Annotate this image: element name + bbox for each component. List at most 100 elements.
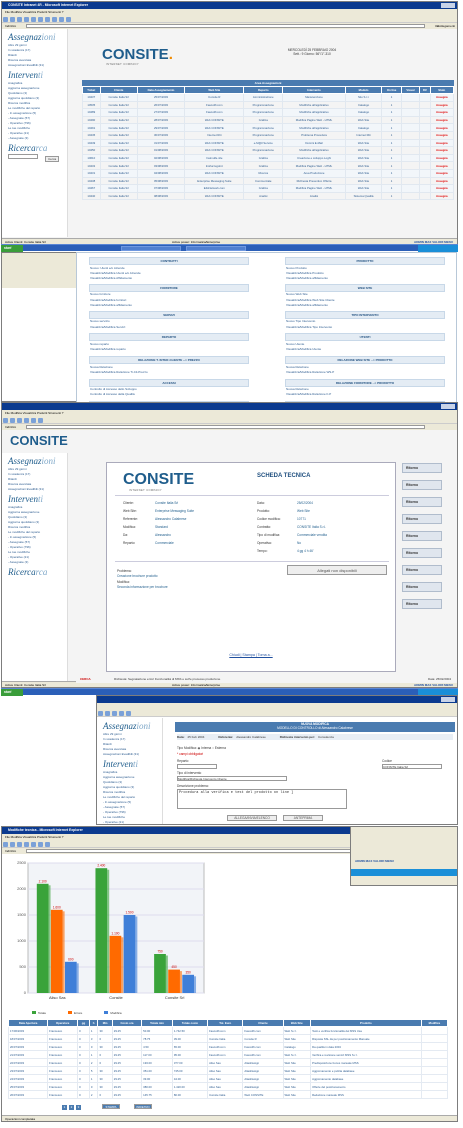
table-row[interactable]: 10450 Consite Italia Srl 01/08/2003 Web CON… (82, 146, 455, 155)
footer-cerca[interactable]: CERCA (80, 676, 91, 683)
assign-link[interactable]: Assegna (429, 115, 455, 125)
section-link[interactable]: Visualizza/Modifica affidamento (89, 302, 249, 307)
side-button[interactable]: Ritorno (402, 565, 442, 575)
toolbar[interactable] (2, 15, 457, 23)
column-header[interactable]: Operatore (47, 1019, 79, 1027)
column-header[interactable]: Data Apertura (7, 1019, 49, 1027)
assign-link[interactable]: Assegna (429, 138, 455, 148)
side-button[interactable]: Ritorno (402, 531, 442, 541)
assign-link[interactable]: Assegna (429, 93, 455, 102)
column-header[interactable]: Cliente (99, 86, 138, 94)
column-header[interactable]: Web Site (184, 86, 245, 94)
anteprima-button[interactable]: ANTEPRIMA (283, 815, 323, 821)
allega-button[interactable]: ALLEGA/INVIA/ELENCO (227, 815, 277, 821)
tipo-modifica[interactable]: Tipo Modifica: ◉ Interna ○ Esterna (177, 746, 226, 750)
section-link[interactable]: Controllo di Accesso della Qualità (89, 392, 249, 397)
start-button[interactable]: start (1, 245, 23, 252)
codice-select[interactable]: CONSITE Italia SrI (382, 764, 442, 769)
taskbar-item[interactable] (121, 246, 181, 251)
close-print-links[interactable]: Chiudi | Stampa | Torna a... (107, 653, 395, 657)
table-row[interactable]: 26/07/2003 Francesco 0 2 0 29.25 145.75 80.00 Co… (7, 1090, 449, 1099)
assign-link[interactable]: Assegna (429, 108, 455, 117)
assign-link[interactable]: Assegna (429, 168, 455, 178)
table-row[interactable]: 10489 Consite Italia Srl 27/07/2003 Fascoli… (82, 108, 455, 117)
table-row[interactable]: 24/07/2003 Francesco 0 1 30 29.25 39.00 44.00 Al… (7, 1074, 449, 1083)
reparto-select[interactable] (177, 764, 217, 769)
assign-link[interactable]: Assegna (429, 130, 455, 140)
table-row[interactable]: 22/07/2003 Francesco 0 2 0 29.25 193.00 377.00 A… (7, 1058, 449, 1067)
column-header[interactable]: Prodotto (310, 1019, 422, 1027)
home-icon[interactable] (31, 16, 36, 22)
sidebar-item[interactable]: - Assegnate (3) (97, 824, 162, 825)
sidebar-search-button[interactable]: Cerca (45, 156, 60, 162)
assign-link[interactable]: Assegna (429, 184, 455, 193)
favorites-icon[interactable] (45, 16, 50, 22)
column-header[interactable]: Web Site (282, 1019, 312, 1027)
side-button[interactable]: Ritorno (402, 582, 442, 592)
assign-link[interactable]: Assegna (429, 161, 455, 170)
table-row[interactable]: 10438 Consite Italia Srl 05/08/2003 Enterpr… (82, 176, 455, 186)
table-row[interactable]: 10610 Consite Italia Srl 02/08/2003 Insimul… (82, 153, 455, 163)
section-link[interactable]: Visualizza/Modifica reparto (89, 347, 249, 352)
back-icon[interactable] (3, 16, 8, 22)
desc-textarea[interactable]: Procedura alla verifica e test del prodo… (177, 789, 347, 809)
side-button[interactable]: Ritorno (402, 480, 442, 490)
column-header[interactable]: Reparto (243, 86, 284, 94)
section-link[interactable]: Visualizza/Modifica Utente (285, 347, 445, 352)
column-header[interactable]: Modulo (344, 86, 383, 94)
column-header[interactable]: On line (381, 86, 402, 94)
forward-icon[interactable] (10, 16, 15, 22)
column-header[interactable]: Rif (418, 86, 431, 94)
indietro-button[interactable]: INDIETRO (134, 1104, 152, 1109)
media-icon[interactable] (52, 16, 57, 22)
table-row[interactable]: 10467 Consite Italia Srl 07/08/2003 E4sNetw… (82, 184, 455, 193)
window-controls[interactable] (441, 3, 455, 8)
table-row[interactable]: 23/07/2003 Francesco 0 5 30 29.25 351.00 745.00… (7, 1066, 449, 1075)
column-header[interactable]: Costo ora (111, 1019, 143, 1027)
table-row[interactable]: 10431 Consite Italia Srl 04/08/2003 Web CON… (82, 168, 455, 178)
search-icon[interactable] (38, 16, 43, 22)
table-row[interactable]: 10432 Consite Italia Srl 03/08/2003 Insifuc… (82, 161, 455, 170)
column-header[interactable]: Totale min (141, 1019, 173, 1027)
bg-status-links[interactable]: ADMIN MAX VALORI MENU (355, 859, 394, 863)
toolbar[interactable] (2, 416, 457, 424)
taskbar-item[interactable] (186, 246, 246, 251)
table-row[interactable]: 21/07/2003 Francesco 0 1 0 29.25 117.00 95.00 Fa… (7, 1050, 449, 1059)
side-button[interactable]: Ritorno (402, 497, 442, 507)
column-header[interactable]: Data Assegnamento (136, 86, 186, 94)
page-link[interactable]: 3 (76, 1105, 81, 1110)
address-input[interactable] (26, 24, 425, 28)
table-row[interactable]: 10445 Consite Italia Srl 30/07/2003 Interne… (82, 130, 455, 140)
column-header[interactable]: Intervento (282, 86, 346, 94)
column-header[interactable]: Stato (429, 86, 455, 94)
tipo-intervento-select[interactable]: Modifica/Richiesta Intervento Cliente (177, 776, 287, 781)
side-button[interactable]: Ritorno (402, 514, 442, 524)
refresh-icon[interactable] (24, 16, 29, 22)
column-header[interactable]: Totale costo (171, 1019, 209, 1027)
column-header[interactable]: Cliente (242, 1019, 284, 1027)
section-link[interactable]: Visualizza/Modifica Affidamento (89, 275, 249, 280)
side-button[interactable]: Ritorno (402, 548, 442, 558)
section-link[interactable]: Visualizza/Modifica Relazione F-P (285, 392, 445, 397)
table-row[interactable]: 18/07/2003 Francesco 0 3 0 29.25 78.75 39.00 Con… (7, 1034, 449, 1043)
assign-link[interactable]: Assegna (429, 176, 455, 186)
sidebar-search-input[interactable] (8, 154, 38, 159)
section-link[interactable]: Visualizza/Modifica Relazione WS-P (285, 369, 445, 374)
page-link[interactable]: 1 (62, 1105, 67, 1110)
table-row[interactable]: 20/07/2003 Francesco 0 0 30 29.25 4.50 65.00 Fas… (7, 1042, 449, 1051)
column-header[interactable]: h (88, 1019, 99, 1027)
table-row[interactable]: 10440 Consite Italia Srl 08/08/2003 Web CON… (82, 191, 455, 201)
column-header[interactable]: Min (97, 1019, 113, 1027)
section-link[interactable]: Visualizza/Modifica Relazione Ti-Cli-Pre… (89, 369, 249, 374)
assign-link[interactable]: Assegna (429, 153, 455, 163)
column-header[interactable]: gg (77, 1019, 90, 1027)
toolbar[interactable] (97, 709, 457, 717)
window-controls[interactable] (441, 404, 455, 409)
column-header[interactable]: Modifica (420, 1019, 449, 1027)
column-header[interactable]: Ticket (82, 86, 101, 94)
section-link[interactable]: Visualizza/Modifica affidamento (285, 275, 445, 280)
address-input[interactable] (26, 425, 425, 429)
column-header[interactable]: Visual (401, 86, 420, 94)
assign-link[interactable]: Assegna (429, 146, 455, 155)
attachments-button[interactable]: Allegati non disponibili (287, 565, 387, 575)
